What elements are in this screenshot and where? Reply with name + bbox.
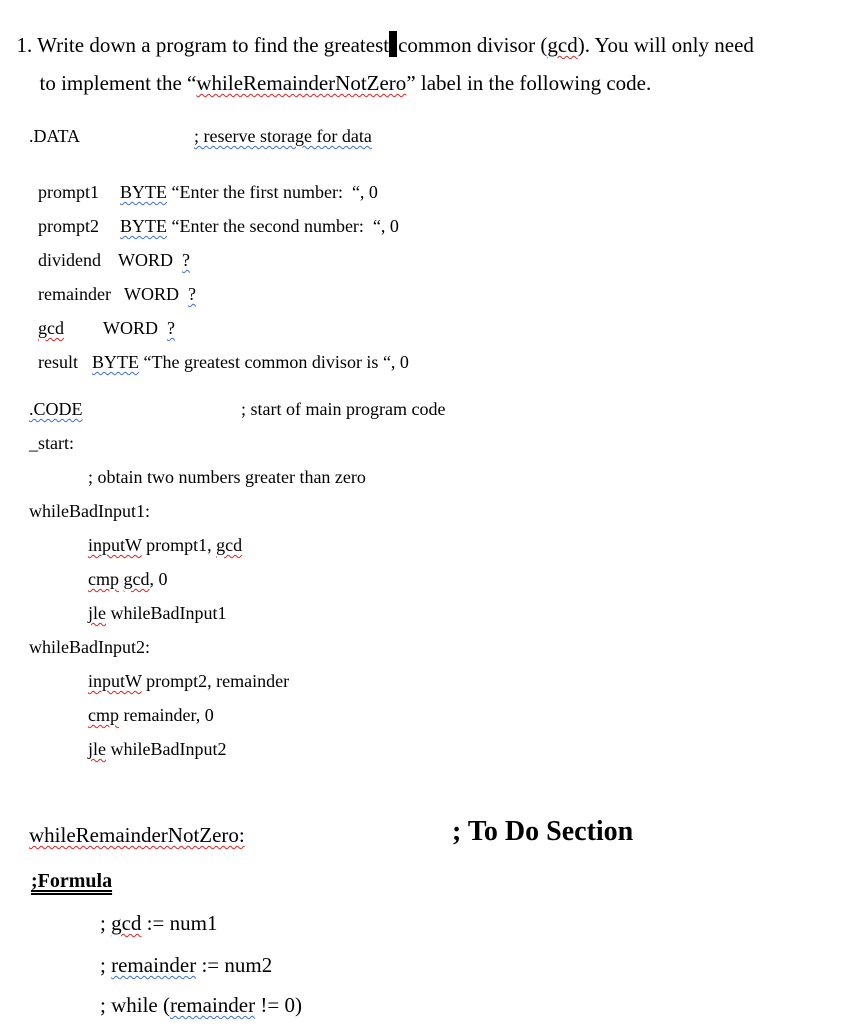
misspelled-word[interactable]: whileRemainderNotZero bbox=[196, 71, 406, 95]
formula-line: ; gcd := num1 bbox=[100, 910, 217, 936]
instruction: jle bbox=[88, 739, 106, 759]
operands: prompt1, bbox=[146, 535, 217, 555]
code-line: cmp gcd, 0 bbox=[88, 568, 168, 590]
operand: gcd bbox=[123, 569, 150, 589]
var-type: BYTE bbox=[120, 216, 167, 236]
code-line: jle whileBadInput1 bbox=[88, 602, 226, 624]
formula-var: remainder bbox=[169, 993, 256, 1017]
data-row: result BYTE “The greatest common divisor … bbox=[29, 329, 409, 373]
var-type: WORD bbox=[118, 250, 173, 270]
formula-heading: ;Formula bbox=[31, 870, 112, 892]
code-line: cmp remainder, 0 bbox=[88, 704, 214, 726]
var-type: WORD bbox=[124, 284, 179, 304]
formula-text: ; bbox=[100, 911, 112, 935]
data-directive: .DATA bbox=[29, 126, 81, 146]
var-name: result bbox=[38, 352, 78, 372]
instruction: cmp bbox=[88, 705, 119, 725]
formula-text: != bbox=[255, 993, 285, 1017]
code-directive: .CODE bbox=[29, 398, 83, 420]
formula-text: := bbox=[196, 953, 225, 977]
comment-text: ; reserve storage for data bbox=[194, 126, 372, 146]
question-line-2: to implement the “whileRemainderNotZero”… bbox=[29, 44, 652, 96]
instruction: inputW bbox=[88, 535, 142, 555]
var-value: ? bbox=[167, 318, 175, 338]
formula-text: 0) bbox=[284, 993, 302, 1017]
operands: whileBadInput2 bbox=[110, 739, 227, 759]
formula-line: ; while (remainder != 0) bbox=[100, 992, 302, 1018]
formula-text: := bbox=[141, 911, 170, 935]
directive-text: .CODE bbox=[29, 399, 83, 419]
var-type: BYTE bbox=[120, 182, 167, 202]
operands: , 0 bbox=[149, 569, 168, 589]
var-type: BYTE bbox=[92, 352, 139, 372]
formula-line: ; remainder := num2 bbox=[100, 952, 272, 978]
var-value: “Enter the second number: “, 0 bbox=[171, 216, 399, 236]
data-directive-comment: ; reserve storage for data bbox=[194, 125, 372, 147]
code-line: inputW prompt1, gcd bbox=[88, 534, 242, 556]
operand: gcd bbox=[216, 535, 243, 555]
instruction: cmp bbox=[88, 569, 119, 589]
formula-text: ; while ( bbox=[100, 993, 170, 1017]
code-line: inputW prompt2, remainder bbox=[88, 670, 289, 692]
todo-comment: ; To Do Section bbox=[452, 816, 634, 847]
formula-var: gcd bbox=[111, 911, 142, 935]
formula-text: num2 bbox=[224, 953, 273, 977]
operands: remainder, 0 bbox=[123, 705, 214, 725]
formula-text: num1 bbox=[169, 911, 218, 935]
start-label: _start: bbox=[29, 433, 74, 453]
operands: prompt2, remainder bbox=[146, 671, 290, 691]
operands: whileBadInput1 bbox=[110, 603, 227, 623]
loop1-label: whileBadInput1: bbox=[29, 501, 150, 521]
label-text: whileRemainderNotZero: bbox=[29, 823, 245, 847]
question-text: ” label in the following code. bbox=[406, 71, 652, 95]
comment-obtain: ; obtain two numbers greater than zero bbox=[88, 467, 366, 487]
var-value: ? bbox=[188, 284, 196, 304]
instruction: inputW bbox=[88, 671, 142, 691]
var-value: “The greatest common divisor is “, 0 bbox=[143, 352, 409, 372]
formula-var: remainder bbox=[111, 953, 197, 977]
code-line: jle whileBadInput2 bbox=[88, 738, 226, 760]
instruction: jle bbox=[88, 603, 106, 623]
var-type: WORD bbox=[103, 318, 158, 338]
todo-label: whileRemainderNotZero: bbox=[29, 822, 245, 848]
formula-heading-text: ;Formula bbox=[31, 870, 113, 892]
var-value: ? bbox=[182, 250, 190, 270]
loop2-label: whileBadInput2: bbox=[29, 637, 150, 657]
code-directive-comment: ; start of main program code bbox=[241, 399, 446, 419]
question-text: to implement the “ bbox=[39, 71, 197, 95]
formula-text: ; bbox=[100, 953, 112, 977]
var-value: “Enter the first number: “, 0 bbox=[171, 182, 378, 202]
